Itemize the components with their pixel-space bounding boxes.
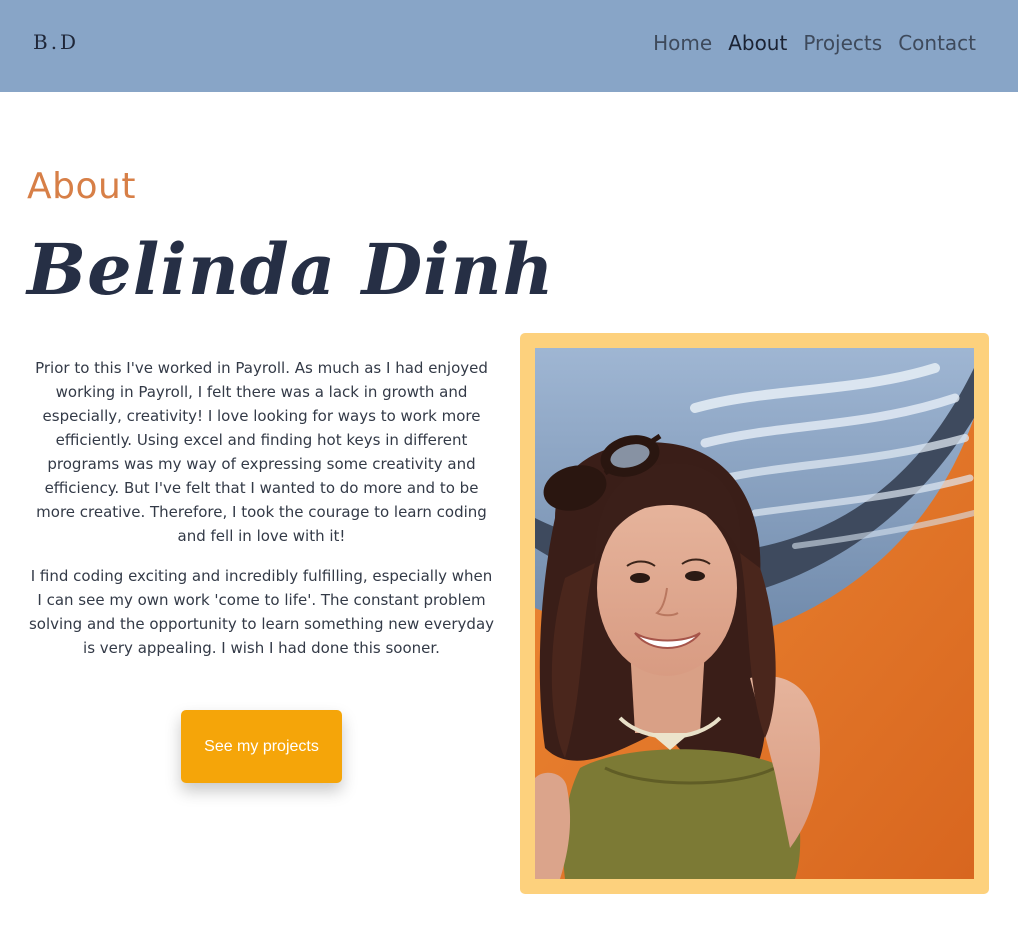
site-logo[interactable]: B.D (33, 30, 79, 54)
bio-paragraph: Prior to this I've worked in Payroll. As… (35, 359, 488, 545)
section-label: About (27, 166, 136, 207)
bio-text: Prior to this I've worked in Payroll. As… (28, 356, 495, 676)
profile-photo-frame (520, 333, 989, 894)
nav-link-contact[interactable]: Contact (898, 30, 976, 56)
nav-link-home[interactable]: Home (653, 30, 712, 56)
bio-paragraph: I find coding exciting and incredibly fu… (28, 567, 495, 657)
nav-link-projects[interactable]: Projects (803, 30, 882, 56)
navbar: B.D Home About Projects Contact (0, 0, 1018, 92)
profile-photo (535, 348, 974, 879)
see-projects-button[interactable]: See my projects (181, 710, 342, 783)
page-title: Belinda Dinh (27, 228, 555, 311)
nav-link-about[interactable]: About (728, 30, 787, 56)
profile-photo-illustration (535, 348, 974, 879)
main-nav: Home About Projects Contact (653, 30, 976, 56)
